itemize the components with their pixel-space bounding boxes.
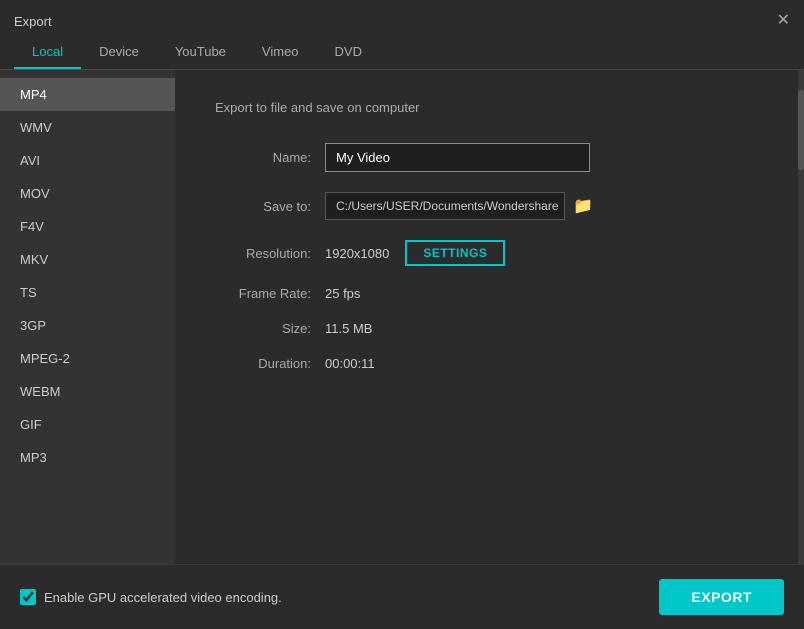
duration-label: Duration: [215,356,325,371]
content-area: MP4 WMV AVI MOV F4V MKV TS 3GP [0,70,804,564]
frame-rate-label: Frame Rate: [215,286,325,301]
export-window: Export ✕ Local Device YouTube Vimeo DVD … [0,0,804,629]
save-to-path: C:/Users/USER/Documents/Wondershare [325,192,565,220]
tab-dvd[interactable]: DVD [317,36,380,69]
scrollbar-thumb[interactable] [798,90,804,170]
name-row: Name: [215,143,764,172]
export-button[interactable]: EXPORT [659,579,784,615]
sidebar-item-gif[interactable]: GIF [0,408,175,441]
resolution-value: 1920x1080 [325,246,389,261]
resolution-container: 1920x1080 SETTINGS [325,240,505,266]
size-value: 11.5 MB [325,321,372,336]
gpu-label: Enable GPU accelerated video encoding. [44,590,282,605]
sidebar-item-mp3[interactable]: MP3 [0,441,175,474]
frame-rate-row: Frame Rate: 25 fps [215,286,764,301]
frame-rate-value: 25 fps [325,286,360,301]
size-row: Size: 11.5 MB [215,321,764,336]
gpu-row: Enable GPU accelerated video encoding. [20,589,282,605]
name-input[interactable] [325,143,590,172]
save-to-container: C:/Users/USER/Documents/Wondershare 📁 [325,192,593,220]
resolution-label: Resolution: [215,246,325,261]
titlebar: Export ✕ [0,0,804,36]
settings-button[interactable]: SETTINGS [405,240,505,266]
name-label: Name: [215,150,325,165]
resolution-row: Resolution: 1920x1080 SETTINGS [215,240,764,266]
sidebar-item-webm[interactable]: WEBM [0,375,175,408]
panel-title: Export to file and save on computer [215,100,764,115]
save-to-row: Save to: C:/Users/USER/Documents/Wonders… [215,192,764,220]
footer: Enable GPU accelerated video encoding. E… [0,564,804,629]
tabs-bar: Local Device YouTube Vimeo DVD [0,36,804,70]
duration-value: 00:00:11 [325,356,375,371]
main-panel: Export to file and save on computer Name… [175,70,804,564]
sidebar-item-mkv[interactable]: MKV [0,243,175,276]
sidebar-item-mpeg2[interactable]: MPEG-2 [0,342,175,375]
format-sidebar: MP4 WMV AVI MOV F4V MKV TS 3GP [0,70,175,564]
sidebar-item-3gp[interactable]: 3GP [0,309,175,342]
sidebar-item-f4v[interactable]: F4V [0,210,175,243]
sidebar-item-ts[interactable]: TS [0,276,175,309]
size-label: Size: [215,321,325,336]
tab-local[interactable]: Local [14,36,81,69]
sidebar-item-mov[interactable]: MOV [0,177,175,210]
sidebar-item-mp4[interactable]: MP4 [0,78,175,111]
save-to-label: Save to: [215,199,325,214]
tab-device[interactable]: Device [81,36,157,69]
gpu-checkbox[interactable] [20,589,36,605]
window-title: Export [14,14,52,29]
scrollbar[interactable] [798,70,804,564]
sidebar-item-avi[interactable]: AVI [0,144,175,177]
close-button[interactable]: ✕ [777,13,790,29]
tab-youtube[interactable]: YouTube [157,36,244,69]
sidebar-item-wmv[interactable]: WMV [0,111,175,144]
duration-row: Duration: 00:00:11 [215,356,764,371]
tab-vimeo[interactable]: Vimeo [244,36,317,69]
folder-icon[interactable]: 📁 [573,196,593,216]
